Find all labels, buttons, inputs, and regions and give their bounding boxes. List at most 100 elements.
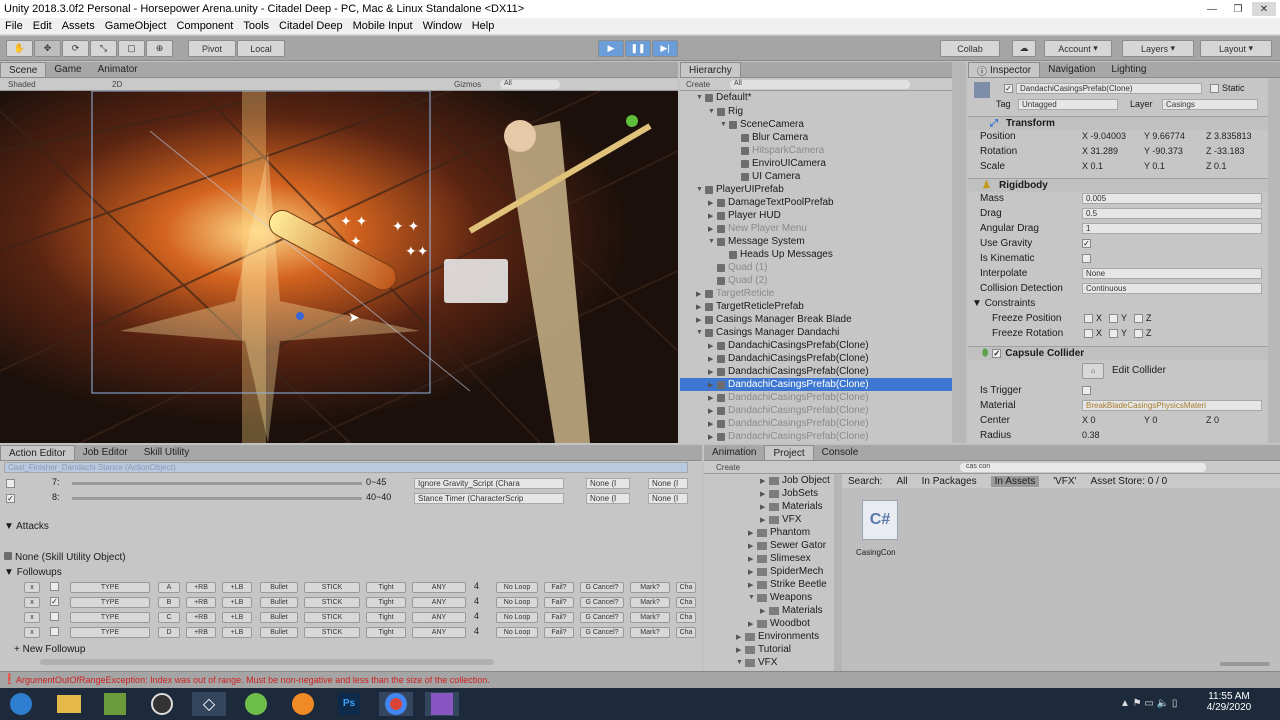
account-dropdown[interactable]: Account ▾ [1044, 40, 1112, 57]
project-folder-row[interactable]: ▶ Sewer Gator [704, 539, 834, 552]
tab-inspector[interactable]: ⓘ Inspector [968, 62, 1041, 78]
followup-type-dropdown[interactable]: TYPE [70, 597, 150, 608]
followup-cancel-toggle[interactable]: G Cancel? [580, 612, 624, 623]
action-horizontal-scrollbar[interactable] [40, 659, 494, 665]
fold-arrow-icon[interactable]: ▶ [708, 355, 717, 363]
hierarchy-row[interactable]: ▶ DamageTextPoolPrefab [680, 196, 952, 209]
followup-key-dropdown[interactable]: B [158, 597, 180, 608]
followup-tight-toggle[interactable]: Tight [366, 612, 406, 623]
maximize-button[interactable]: ❐ [1226, 2, 1250, 16]
followup-remove-button[interactable]: x [24, 597, 40, 608]
hierarchy-row[interactable]: Blur Camera [680, 131, 952, 144]
followup-any-dropdown[interactable]: ANY [412, 627, 466, 638]
file-explorer-icon[interactable] [52, 692, 86, 716]
followup-lb-toggle[interactable]: +LB [222, 597, 252, 608]
fold-arrow-icon[interactable]: ▶ [748, 542, 757, 550]
fold-arrow-icon[interactable]: ▶ [708, 199, 717, 207]
hierarchy-row[interactable]: ▼ Casings Manager Dandachi [680, 326, 952, 339]
project-folder-row[interactable]: ▶ SpiderMech [704, 565, 834, 578]
layout-dropdown[interactable]: Layout ▾ [1200, 40, 1272, 57]
step-button[interactable]: ▶| [652, 40, 678, 57]
error-message[interactable]: ArgumentOutOfRangeException: Index was o… [16, 675, 490, 685]
scene-view-viewport[interactable]: ✦ ✦ ✦ ✦ ✦ ✦✦ ➤ [0, 91, 678, 443]
project-folder-row[interactable]: ▶ Slimesex [704, 552, 834, 565]
hierarchy-row[interactable]: EnviroUICamera [680, 157, 952, 170]
project-create-dropdown[interactable]: Create [704, 463, 740, 472]
followup-bullet-toggle[interactable]: Bullet [260, 627, 298, 638]
followup-rb-toggle[interactable]: +RB [186, 597, 216, 608]
fold-arrow-icon[interactable]: ▶ [708, 342, 717, 350]
gamemaker-icon[interactable] [239, 692, 273, 716]
tab-game[interactable]: Game [46, 62, 89, 77]
hierarchy-search-input[interactable]: All [730, 79, 911, 89]
tab-animation[interactable]: Animation [704, 445, 764, 460]
action-range-slider[interactable] [72, 482, 362, 485]
rotation-z-field[interactable]: Z -33.183 [1206, 146, 1245, 156]
freeze-axis-checkbox[interactable] [1109, 314, 1118, 323]
attacks-foldout[interactable]: ▼ Attacks [4, 521, 49, 532]
radius-field[interactable]: 0.38 [1082, 430, 1100, 440]
fold-arrow-icon[interactable]: ▼ [696, 94, 705, 101]
center-z-field[interactable]: Z 0 [1206, 415, 1219, 425]
collab-dropdown[interactable]: Collab [940, 40, 1000, 57]
followup-cha-toggle[interactable]: Cha [676, 582, 696, 593]
fold-arrow-icon[interactable]: ▶ [696, 316, 705, 324]
followup-tight-toggle[interactable]: Tight [366, 597, 406, 608]
followup-remove-button[interactable]: x [24, 582, 40, 593]
tab-hierarchy[interactable]: Hierarchy [680, 62, 741, 77]
followup-any-dropdown[interactable]: ANY [412, 582, 466, 593]
object-name-field[interactable]: DandachiCasingsPrefab(Clone) [1016, 83, 1202, 94]
tab-animator[interactable]: Animator [90, 62, 146, 77]
followup-loop-toggle[interactable]: No Loop [496, 582, 538, 593]
project-folder-row[interactable]: ▶ Woodbot [704, 617, 834, 630]
fold-arrow-icon[interactable]: ▼ [708, 108, 717, 115]
followup-bullet-toggle[interactable]: Bullet [260, 582, 298, 593]
is-trigger-checkbox[interactable] [1082, 386, 1091, 395]
followup-cancel-toggle[interactable]: G Cancel? [580, 627, 624, 638]
action-none-field-2[interactable]: None (I [648, 493, 688, 504]
tab-job-editor[interactable]: Job Editor [75, 445, 136, 460]
followup-loop-toggle[interactable]: No Loop [496, 627, 538, 638]
scale-x-field[interactable]: X 0.1 [1082, 161, 1103, 171]
project-folder-row[interactable]: ▶ Job Object [704, 474, 834, 487]
minimize-button[interactable]: — [1200, 2, 1224, 16]
followup-checkbox[interactable] [50, 612, 59, 621]
hierarchy-row[interactable]: ▶ DandachiCasingsPrefab(Clone) [680, 378, 952, 391]
fold-arrow-icon[interactable]: ▼ [748, 594, 757, 601]
hierarchy-row[interactable]: Heads Up Messages [680, 248, 952, 261]
followup-cancel-toggle[interactable]: G Cancel? [580, 597, 624, 608]
tab-navigation[interactable]: Navigation [1040, 62, 1103, 77]
action-script-field[interactable]: Ignore Gravity_Script (Chara [414, 478, 564, 489]
hierarchy-scrollbar[interactable] [952, 62, 966, 443]
scale-tool-icon[interactable]: ⤡ [90, 40, 117, 57]
asset-store-count[interactable]: Asset Store: 0 / 0 [1091, 476, 1168, 487]
rigidbody-header[interactable]: ♟ Rigidbody [968, 178, 1268, 192]
fold-arrow-icon[interactable]: ▶ [736, 633, 745, 641]
interpolate-dropdown[interactable]: None [1082, 268, 1262, 279]
tab-console[interactable]: Console [814, 445, 867, 460]
followups-foldout[interactable]: ▼ Followups [4, 567, 62, 578]
followup-lb-toggle[interactable]: +LB [222, 627, 252, 638]
position-x-field[interactable]: X -9.04003 [1082, 131, 1126, 141]
followup-bullet-toggle[interactable]: Bullet [260, 612, 298, 623]
action-row-checkbox[interactable] [6, 479, 15, 488]
menu-tools[interactable]: Tools [238, 20, 274, 32]
project-folder-row[interactable]: ▶ Materials [704, 604, 834, 617]
project-tree-scrollbar[interactable] [834, 474, 842, 671]
fold-arrow-icon[interactable]: ▶ [748, 581, 757, 589]
layer-dropdown[interactable]: Casings [1162, 99, 1258, 110]
tab-scene[interactable]: Scene [0, 62, 47, 77]
followup-cha-toggle[interactable]: Cha [676, 612, 696, 623]
followup-cancel-toggle[interactable]: G Cancel? [580, 582, 624, 593]
hierarchy-row[interactable]: ▼ Message System [680, 235, 952, 248]
edit-collider-button[interactable]: ⌂ [1082, 363, 1104, 379]
fold-arrow-icon[interactable]: ▶ [736, 646, 745, 654]
layers-dropdown[interactable]: Layers ▾ [1122, 40, 1194, 57]
hierarchy-row[interactable]: ▶ Casings Manager Break Blade [680, 313, 952, 326]
followup-mark-toggle[interactable]: Mark? [630, 612, 670, 623]
zoom-slider[interactable] [1220, 662, 1270, 666]
hierarchy-row[interactable]: UI Camera [680, 170, 952, 183]
fold-arrow-icon[interactable]: ▶ [708, 212, 717, 220]
followup-rb-toggle[interactable]: +RB [186, 612, 216, 623]
menu-edit[interactable]: Edit [28, 20, 57, 32]
